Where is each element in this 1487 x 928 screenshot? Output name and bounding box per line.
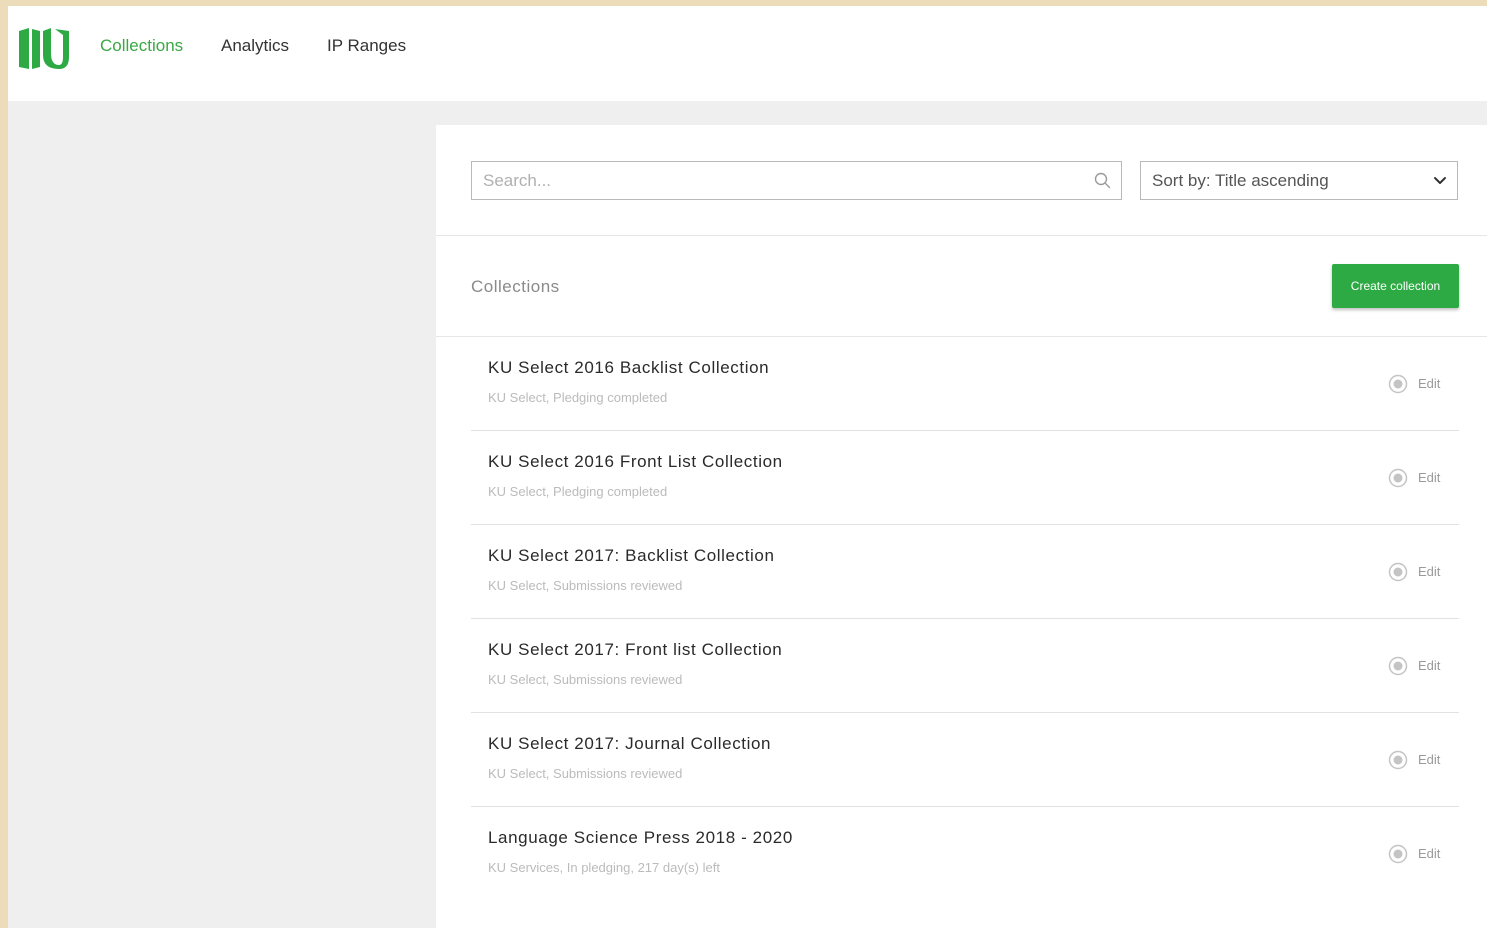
collection-title[interactable]: KU Select 2016 Front List Collection <box>488 452 783 472</box>
edit-radio-icon[interactable] <box>1388 468 1408 488</box>
collection-title[interactable]: KU Select 2016 Backlist Collection <box>488 358 769 378</box>
create-collection-button[interactable]: Create collection <box>1332 264 1459 308</box>
list-item[interactable]: KU Select 2017: Front list Collection KU… <box>471 619 1459 713</box>
edit-radio-icon[interactable] <box>1388 656 1408 676</box>
search-icon[interactable] <box>1094 172 1111 189</box>
top-navigation-bar: Collections Analytics IP Ranges <box>8 6 1487 101</box>
collection-title[interactable]: Language Science Press 2018 - 2020 <box>488 828 793 848</box>
nav-ip-ranges[interactable]: IP Ranges <box>327 36 406 56</box>
list-item[interactable]: Language Science Press 2018 - 2020 KU Se… <box>471 807 1459 900</box>
sort-label: Sort by: Title ascending <box>1152 171 1329 190</box>
collections-list: KU Select 2016 Backlist Collection KU Se… <box>471 337 1459 900</box>
list-item[interactable]: KU Select 2017: Journal Collection KU Se… <box>471 713 1459 807</box>
chevron-down-icon <box>1434 177 1446 184</box>
ku-logo-icon[interactable] <box>18 27 70 71</box>
edit-link[interactable]: Edit <box>1418 752 1440 767</box>
search-input[interactable] <box>472 162 1082 199</box>
divider <box>436 235 1487 236</box>
edit-link[interactable]: Edit <box>1418 470 1440 485</box>
edit-link[interactable]: Edit <box>1418 658 1440 673</box>
list-item[interactable]: KU Select 2017: Backlist Collection KU S… <box>471 525 1459 619</box>
collection-subtitle: KU Select, Submissions reviewed <box>488 766 683 781</box>
collections-panel: Sort by: Title ascending Collections Cre… <box>436 125 1487 928</box>
collection-subtitle: KU Select, Pledging completed <box>488 390 668 405</box>
collection-title[interactable]: KU Select 2017: Journal Collection <box>488 734 771 754</box>
edit-radio-icon[interactable] <box>1388 374 1408 394</box>
section-title: Collections <box>471 277 560 296</box>
collection-subtitle: KU Services, In pledging, 217 day(s) lef… <box>488 860 720 875</box>
collection-subtitle: KU Select, Pledging completed <box>488 484 668 499</box>
collection-subtitle: KU Select, Submissions reviewed <box>488 578 683 593</box>
collection-title[interactable]: KU Select 2017: Backlist Collection <box>488 546 775 566</box>
app-window: Collections Analytics IP Ranges Sort by:… <box>8 6 1487 928</box>
edit-link[interactable]: Edit <box>1418 846 1440 861</box>
list-item[interactable]: KU Select 2016 Front List Collection KU … <box>471 431 1459 525</box>
edit-radio-icon[interactable] <box>1388 562 1408 582</box>
collection-title[interactable]: KU Select 2017: Front list Collection <box>488 640 782 660</box>
list-item[interactable]: KU Select 2016 Backlist Collection KU Se… <box>471 337 1459 431</box>
search-box <box>471 161 1122 200</box>
collection-subtitle: KU Select, Submissions reviewed <box>488 672 683 687</box>
nav-collections[interactable]: Collections <box>100 36 183 56</box>
edit-radio-icon[interactable] <box>1388 750 1408 770</box>
nav-analytics[interactable]: Analytics <box>221 36 289 56</box>
edit-link[interactable]: Edit <box>1418 564 1440 579</box>
sort-dropdown[interactable]: Sort by: Title ascending <box>1140 161 1458 200</box>
edit-radio-icon[interactable] <box>1388 844 1408 864</box>
edit-link[interactable]: Edit <box>1418 376 1440 391</box>
